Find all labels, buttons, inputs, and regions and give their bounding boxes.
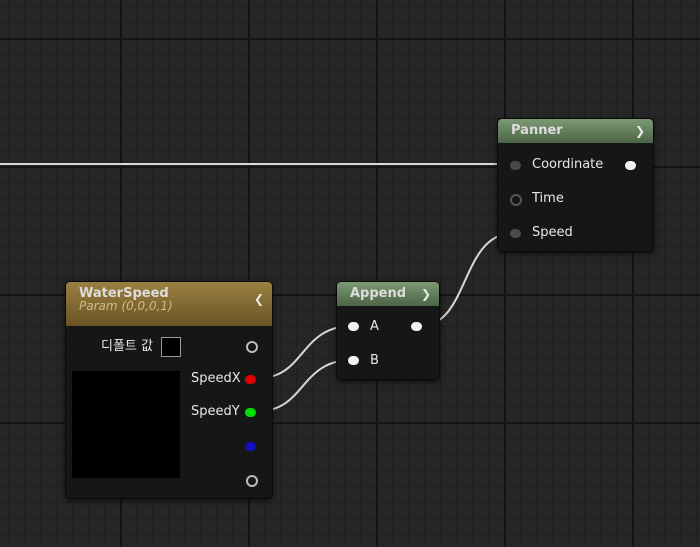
panner-output-pin[interactable] [625, 161, 636, 170]
water-speed-header[interactable]: WaterSpeed Param (0,0,0,1) ❮ [66, 282, 272, 326]
panner-header[interactable]: Panner ❯ [498, 119, 653, 143]
append-title: Append [350, 286, 407, 301]
speedx-label: SpeedX [191, 371, 241, 386]
default-value-label: 디폴트 값 [101, 339, 153, 354]
chevron-up-icon[interactable]: ❮ [254, 292, 264, 306]
panner-node[interactable]: Panner ❯ Coordinate Time Speed [497, 118, 654, 252]
time-label: Time [532, 191, 564, 206]
panner-title: Panner [511, 123, 563, 138]
a-label: A [370, 319, 379, 334]
chevron-down-icon[interactable]: ❯ [421, 282, 431, 306]
speedy-output-pin[interactable] [245, 408, 256, 417]
time-input-pin[interactable] [510, 194, 522, 206]
speed-label: Speed [532, 225, 573, 240]
b-label: B [370, 353, 379, 368]
alpha-output-pin[interactable] [246, 475, 258, 487]
speedx-output-pin[interactable] [245, 375, 256, 384]
append-header[interactable]: Append ❯ [337, 282, 439, 306]
append-output-pin[interactable] [411, 322, 422, 331]
chevron-down-icon[interactable]: ❯ [635, 119, 645, 143]
water-speed-subtitle: Param (0,0,0,1) [79, 299, 173, 313]
color-preview [72, 371, 180, 478]
default-value-swatch[interactable] [161, 337, 181, 357]
speed-input-pin[interactable] [510, 229, 521, 238]
b-input-pin[interactable] [348, 356, 359, 365]
coordinate-input-pin[interactable] [510, 161, 521, 170]
water-speed-node[interactable]: WaterSpeed Param (0,0,0,1) ❮ 디폴트 값 Speed… [65, 281, 273, 499]
speedy-label: SpeedY [191, 404, 240, 419]
blue-output-pin[interactable] [245, 442, 256, 451]
a-input-pin[interactable] [348, 322, 359, 331]
append-node[interactable]: Append ❯ A B [336, 281, 440, 380]
rgba-output-pin[interactable] [246, 341, 258, 353]
coordinate-label: Coordinate [532, 157, 604, 172]
